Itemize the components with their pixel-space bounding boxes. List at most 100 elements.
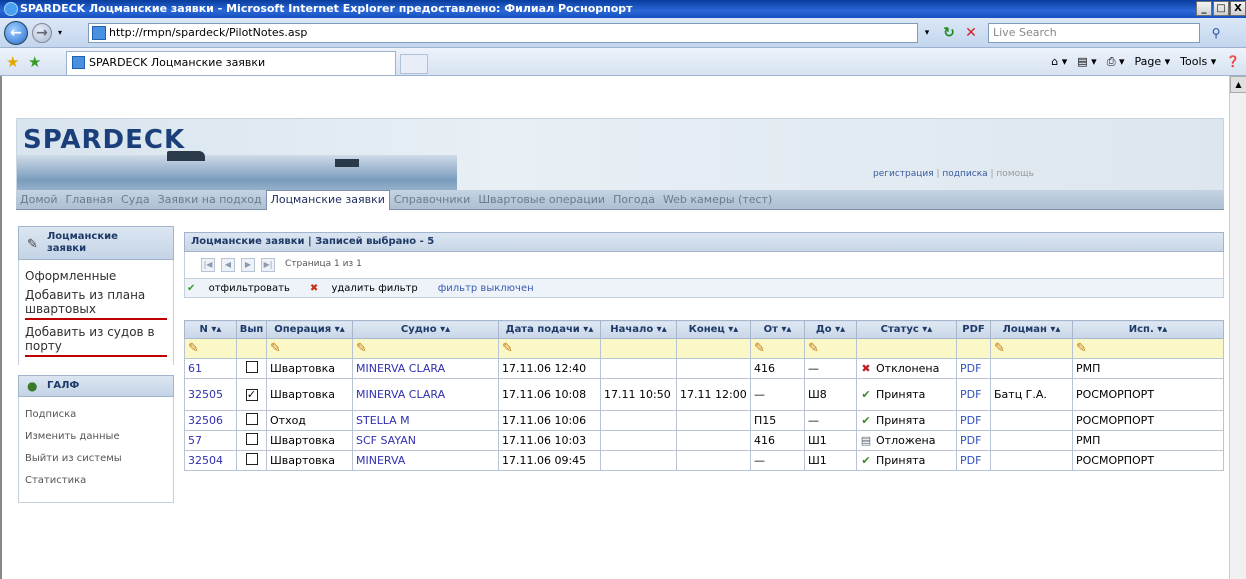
page-menu[interactable]: Page ▾ <box>1135 54 1171 70</box>
cell-vessel[interactable]: MINERVA CLARA <box>352 358 499 379</box>
filter-vessel[interactable]: ✎ <box>352 338 499 359</box>
forward-icon[interactable]: → <box>32 23 52 43</box>
col-n[interactable]: N ▾▴ <box>184 320 237 339</box>
vessel-link[interactable]: STELLA M <box>356 414 410 427</box>
cell-vessel[interactable]: MINERVA <box>352 450 499 471</box>
pdf-link[interactable]: PDF <box>960 454 981 467</box>
last-page-icon[interactable]: ▶| <box>261 258 275 272</box>
cell-done[interactable] <box>236 430 267 451</box>
pencil-icon[interactable]: ✎ <box>754 341 765 356</box>
col-to[interactable]: До ▾▴ <box>804 320 857 339</box>
maximize-button[interactable]: □ <box>1213 1 1229 16</box>
new-tab-button[interactable] <box>400 54 428 74</box>
col-pilot[interactable]: Лоцман ▾▴ <box>990 320 1073 339</box>
nav-vessels[interactable]: Суда <box>117 191 154 209</box>
pencil-icon[interactable]: ✎ <box>994 341 1005 356</box>
cell-n[interactable]: 61 <box>184 358 237 379</box>
pdf-link[interactable]: PDF <box>960 414 981 427</box>
nav-pilot-requests[interactable]: Лоцманские заявки <box>265 189 390 210</box>
request-number-link[interactable]: 32504 <box>188 454 223 467</box>
filter-apply-button[interactable]: ✔ отфильтровать <box>187 283 300 294</box>
col-end[interactable]: Конец ▾▴ <box>676 320 751 339</box>
nav-weather[interactable]: Погода <box>609 191 659 209</box>
help-link[interactable]: помощь <box>996 169 1033 179</box>
filter-to[interactable]: ✎ <box>804 338 857 359</box>
sidebar-item-subscription[interactable]: Подписка <box>25 408 167 421</box>
filter-n[interactable]: ✎ <box>184 338 237 359</box>
col-operation[interactable]: Операция ▾▴ <box>266 320 353 339</box>
url-input[interactable]: http://rmpn/spardeck/PilotNotes.asp <box>88 23 918 43</box>
done-checkbox[interactable] <box>245 433 258 445</box>
pencil-icon[interactable]: ✎ <box>1076 341 1087 356</box>
tools-menu[interactable]: Tools ▾ <box>1180 54 1216 70</box>
url-dropdown-icon[interactable]: ▾ <box>920 25 934 41</box>
col-start[interactable]: Начало ▾▴ <box>600 320 677 339</box>
sidebar-item-registered[interactable]: Оформленные <box>25 269 167 283</box>
home-icon[interactable]: ⌂ ▾ <box>1051 54 1067 70</box>
cell-n[interactable]: 57 <box>184 430 237 451</box>
col-executor[interactable]: Исп. ▾▴ <box>1072 320 1224 339</box>
pencil-icon[interactable]: ✎ <box>188 341 199 356</box>
sidebar-item-edit-data[interactable]: Изменить данные <box>25 430 167 443</box>
vessel-link[interactable]: MINERVA <box>356 454 405 467</box>
vertical-scrollbar[interactable]: ▲ <box>1229 76 1246 579</box>
cell-done[interactable]: ✓ <box>236 378 267 411</box>
pdf-link[interactable]: PDF <box>960 362 981 375</box>
pdf-link[interactable]: PDF <box>960 388 981 401</box>
vessel-link[interactable]: MINERVA CLARA <box>356 388 445 401</box>
pencil-icon[interactable]: ✎ <box>270 341 281 356</box>
first-page-icon[interactable]: |◀ <box>201 258 215 272</box>
sidebar-item-statistics[interactable]: Статистика <box>25 474 167 487</box>
cell-pdf[interactable]: PDF <box>956 358 991 379</box>
prev-page-icon[interactable]: ◀ <box>221 258 235 272</box>
cell-done[interactable] <box>236 450 267 471</box>
request-number-link[interactable]: 32506 <box>188 414 223 427</box>
history-dropdown-icon[interactable]: ▾ <box>58 28 62 37</box>
subscribe-link[interactable]: подписка <box>942 169 987 179</box>
search-input[interactable]: Live Search <box>988 23 1200 43</box>
request-number-link[interactable]: 61 <box>188 362 202 375</box>
request-number-link[interactable]: 32505 <box>188 388 223 401</box>
pencil-icon[interactable]: ✎ <box>502 341 513 356</box>
close-button[interactable]: X <box>1230 1 1246 16</box>
col-status[interactable]: Статус ▾▴ <box>856 320 957 339</box>
col-vessel[interactable]: Судно ▾▴ <box>352 320 499 339</box>
nav-home[interactable]: Домой <box>16 191 62 209</box>
pencil-icon[interactable]: ✎ <box>356 341 367 356</box>
search-icon[interactable]: ⚲ <box>1206 24 1226 42</box>
sidebar-item-add-from-mooring-plan[interactable]: Добавить из плана швартовых <box>25 288 167 320</box>
pencil-icon[interactable]: ✎ <box>808 341 819 356</box>
cell-pdf[interactable]: PDF <box>956 430 991 451</box>
filter-remove-button[interactable]: ✖ удалить фильтр <box>310 283 428 294</box>
add-favorites-icon[interactable]: ★ <box>28 53 41 71</box>
nav-mooring-operations[interactable]: Швартовые операции <box>474 191 609 209</box>
refresh-icon[interactable]: ↻ <box>940 24 958 42</box>
register-link[interactable]: регистрация <box>873 169 934 179</box>
sidebar-item-logout[interactable]: Выйти из системы <box>25 452 167 465</box>
nav-approach-requests[interactable]: Заявки на подход <box>154 191 266 209</box>
pdf-link[interactable]: PDF <box>960 434 981 447</box>
filter-pilot[interactable]: ✎ <box>990 338 1073 359</box>
col-submitted[interactable]: Дата подачи ▾▴ <box>498 320 601 339</box>
browser-tab[interactable]: SPARDECK Лоцманские заявки <box>66 51 396 75</box>
filter-operation[interactable]: ✎ <box>266 338 353 359</box>
cell-pdf[interactable]: PDF <box>956 378 991 411</box>
print-icon[interactable]: ⎙ ▾ <box>1107 54 1125 70</box>
cell-pdf[interactable]: PDF <box>956 410 991 431</box>
cell-done[interactable] <box>236 410 267 431</box>
nav-main[interactable]: Главная <box>62 191 118 209</box>
next-page-icon[interactable]: ▶ <box>241 258 255 272</box>
help-icon[interactable]: ❓ <box>1226 54 1240 70</box>
filter-from[interactable]: ✎ <box>750 338 805 359</box>
request-number-link[interactable]: 57 <box>188 434 202 447</box>
filter-executor[interactable]: ✎ <box>1072 338 1224 359</box>
nav-webcams[interactable]: Web камеры (тест) <box>659 191 776 209</box>
back-icon[interactable]: ← <box>4 21 28 45</box>
stop-icon[interactable]: ✕ <box>962 24 980 42</box>
minimize-button[interactable]: _ <box>1196 1 1212 16</box>
cell-pdf[interactable]: PDF <box>956 450 991 471</box>
cell-n[interactable]: 32505 <box>184 378 237 411</box>
filter-submitted[interactable]: ✎ <box>498 338 601 359</box>
cell-done[interactable] <box>236 358 267 379</box>
vessel-link[interactable]: MINERVA CLARA <box>356 362 445 375</box>
